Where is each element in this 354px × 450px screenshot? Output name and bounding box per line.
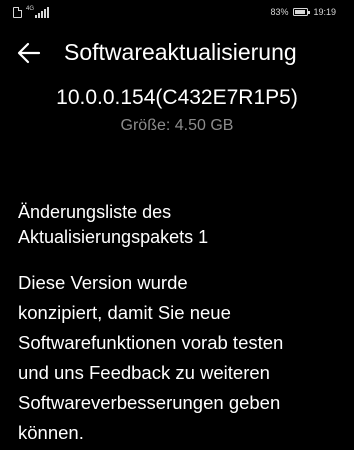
changelog-heading: Änderungsliste des Aktualisierungspakets… [18,200,338,250]
network-type-label: 4G [26,6,35,12]
changelog-body-line: und uns Feedback zu weiteren [18,362,270,383]
arrow-left-icon[interactable] [16,40,42,66]
battery-percent: 83% [270,7,289,17]
changelog-heading-line: Änderungsliste des [18,202,172,222]
signal-bars-icon [35,7,50,18]
status-bar: 4G 83% 19:19 [0,0,354,26]
changelog-body: Diese Version wurde konzipiert, damit Si… [18,268,343,448]
app-bar: Softwareaktualisierung [0,26,354,80]
changelog-body-line: können. [18,422,84,443]
changelog-body-line: Softwarefunktionen vorab testen [18,332,284,353]
changelog-body-line: Diese Version wurde [18,272,188,293]
changelog-body-line: Softwareverbesserungen geben [18,392,281,413]
changelog-heading-line: Aktualisierungspakets 1 [18,227,209,247]
battery-icon [293,8,311,16]
changelog-body-line: konzipiert, damit Sie neue [18,302,231,323]
clock: 19:19 [313,7,336,17]
update-size: Größe: 4.50 GB [120,117,234,134]
sim-card-icon [13,7,22,18]
version-number: 10.0.0.154(C432E7R1P5) [56,86,298,109]
battery-fill [295,10,305,14]
page-title: Softwareaktualisierung [64,39,297,65]
status-right-group: 83% 19:19 [270,6,336,18]
status-left-group: 4G [13,6,50,18]
